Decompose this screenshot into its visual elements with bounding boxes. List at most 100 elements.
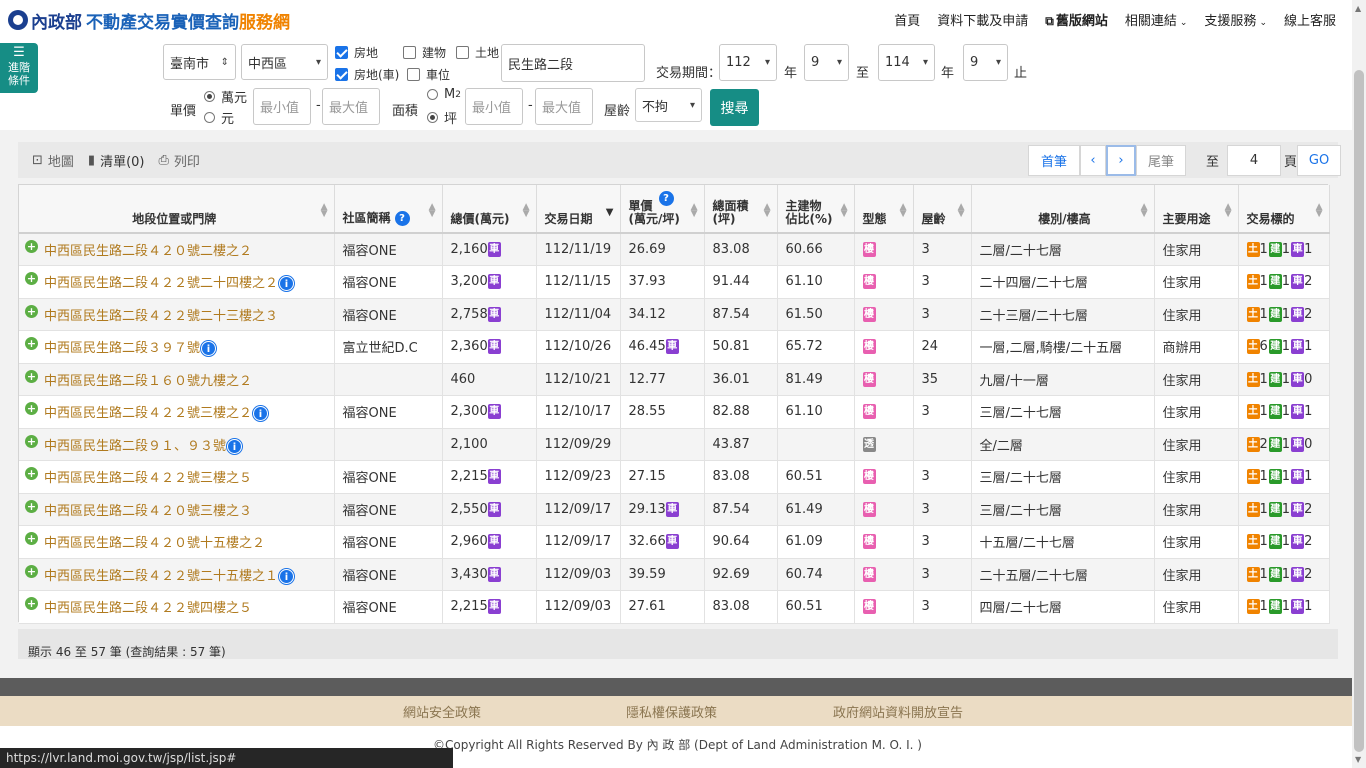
- district-select[interactable]: 中西區 ▾: [241, 44, 328, 80]
- radio[interactable]: [427, 89, 438, 100]
- to-year-select[interactable]: 114 ▾: [878, 44, 935, 81]
- col-type[interactable]: 型態 ▲ ▼: [854, 185, 914, 234]
- col-target[interactable]: 交易標的 ▲ ▼: [1238, 185, 1330, 234]
- to-month-select[interactable]: 9 ▾: [963, 44, 1008, 81]
- age-select[interactable]: 不拘 ▾: [635, 88, 702, 122]
- price-min-input[interactable]: 最小值: [253, 88, 311, 125]
- footer-link-security[interactable]: 網站安全政策: [403, 702, 481, 721]
- info-icon[interactable]: i: [227, 438, 243, 454]
- nav-online-service[interactable]: 線上客服: [1284, 10, 1336, 29]
- area-min-input[interactable]: 最小值: [465, 88, 523, 125]
- check-building[interactable]: 建物: [403, 44, 446, 61]
- col-area[interactable]: 總面積 (坪) ▲ ▼: [704, 185, 778, 234]
- address-link[interactable]: 中西區民生路二段４２０號二樓之２: [44, 244, 252, 259]
- prev-page-button[interactable]: ‹: [1080, 145, 1106, 176]
- expand-plus-icon[interactable]: +: [25, 240, 38, 253]
- checkbox[interactable]: [403, 46, 416, 59]
- check-house-land[interactable]: 房地: [335, 44, 378, 61]
- checkbox-checked[interactable]: [335, 46, 348, 59]
- address-link[interactable]: 中西區民生路二段４２２號二十五樓之１: [44, 569, 278, 584]
- nav-home[interactable]: 首頁: [894, 10, 920, 29]
- radio-wan[interactable]: 萬元: [204, 87, 247, 106]
- car-count: 1: [1304, 469, 1313, 485]
- expand-plus-icon[interactable]: +: [25, 597, 38, 611]
- expand-plus-icon[interactable]: +: [25, 532, 38, 546]
- scroll-down-icon[interactable]: ▼: [1355, 755, 1361, 764]
- col-total-price[interactable]: 總價(萬元) ▲ ▼: [442, 185, 537, 234]
- radio-ping[interactable]: 坪: [427, 108, 457, 127]
- address-link[interactable]: 中西區民生路二段４２２號二十三樓之３: [44, 309, 278, 324]
- nav-related-links[interactable]: 相關連結 ⌄: [1125, 10, 1188, 29]
- footer-link-privacy[interactable]: 隱私權保護政策: [626, 702, 717, 721]
- expand-plus-icon[interactable]: +: [25, 304, 38, 318]
- help-icon[interactable]: ?: [658, 191, 674, 206]
- footer-link-open-data[interactable]: 政府網站資料開放宣告: [833, 702, 963, 721]
- expand-plus-icon[interactable]: +: [25, 272, 38, 286]
- address-link[interactable]: 中西區民生路二段３９７號: [44, 341, 200, 356]
- col-address[interactable]: 地段位置或門牌 ▲ ▼: [19, 185, 335, 234]
- checkbox[interactable]: [407, 68, 420, 81]
- area-max-input[interactable]: 最大值: [535, 88, 593, 125]
- check-parking[interactable]: 車位: [403, 66, 450, 83]
- last-page-button[interactable]: 尾筆: [1136, 145, 1186, 176]
- expand-plus-icon[interactable]: +: [25, 467, 38, 481]
- address-link[interactable]: 中西區民生路二段９１、９３號: [44, 439, 226, 454]
- from-month-select[interactable]: 9 ▾: [804, 44, 849, 81]
- checkbox-checked[interactable]: [335, 68, 348, 81]
- nav-support[interactable]: 支援服務 ⌄: [1204, 10, 1267, 29]
- scroll-thumb[interactable]: [1354, 70, 1364, 752]
- col-unit-price[interactable]: 單價 (萬元/坪)? ▲ ▼: [620, 185, 705, 234]
- expand-plus-icon[interactable]: +: [25, 369, 38, 383]
- address-link[interactable]: 中西區民生路二段４２２號二十四樓之２: [44, 276, 278, 291]
- info-icon[interactable]: i: [201, 341, 217, 357]
- address-link[interactable]: 中西區民生路二段４２２號三樓之５: [44, 471, 252, 486]
- info-icon[interactable]: i: [279, 276, 295, 292]
- nav-old-site[interactable]: ⧉ 舊版網站: [1045, 10, 1108, 29]
- expand-plus-icon[interactable]: +: [25, 564, 38, 578]
- col-main-ratio[interactable]: 主建物 佔比(%) ▲ ▼: [777, 185, 855, 234]
- city-select[interactable]: 臺南市 ⇕: [163, 44, 236, 80]
- address-link[interactable]: 中西區民生路二段４２０號十五樓之２: [44, 536, 265, 551]
- price-max-input[interactable]: 最大值: [322, 88, 380, 125]
- from-year-select[interactable]: 112 ▾: [719, 44, 777, 81]
- address-link[interactable]: 中西區民生路二段１６０號九樓之２: [44, 374, 252, 389]
- radio-yuan[interactable]: 元: [204, 108, 234, 127]
- col-community[interactable]: 社區簡稱? ▲ ▼: [334, 185, 443, 234]
- expand-plus-icon[interactable]: +: [25, 337, 38, 351]
- radio[interactable]: [204, 112, 215, 123]
- scroll-up-icon[interactable]: ▲: [1355, 4, 1361, 13]
- info-icon[interactable]: i: [279, 568, 295, 584]
- total-value: 2,215: [450, 469, 488, 485]
- info-icon[interactable]: i: [253, 406, 269, 422]
- help-icon[interactable]: ?: [394, 211, 410, 226]
- list-button[interactable]: ▮ 清單(0): [88, 151, 145, 170]
- address-link[interactable]: 中西區民生路二段４２２號三樓之２: [44, 406, 252, 421]
- go-button[interactable]: GO: [1297, 145, 1342, 176]
- advanced-filter-button[interactable]: ☰ 進階 條件: [0, 43, 38, 93]
- page-scrollbar[interactable]: ▲ ▼: [1352, 0, 1366, 768]
- col-date[interactable]: 交易日期 ▼: [536, 185, 621, 234]
- road-input[interactable]: 民生路二段: [501, 44, 645, 82]
- check-land[interactable]: 土地: [456, 44, 499, 61]
- address-link[interactable]: 中西區民生路二段４２２號四樓之５: [44, 601, 252, 616]
- site-logo[interactable]: 內政部 不動產交易實價查詢 服務網: [8, 8, 290, 33]
- checkbox[interactable]: [456, 46, 469, 59]
- next-page-button[interactable]: ›: [1106, 145, 1136, 176]
- radio-selected[interactable]: [204, 91, 215, 102]
- first-page-button[interactable]: 首筆: [1028, 145, 1080, 176]
- search-button[interactable]: 搜尋: [710, 89, 759, 126]
- radio-selected[interactable]: [427, 112, 438, 123]
- expand-plus-icon[interactable]: +: [25, 434, 38, 448]
- address-link[interactable]: 中西區民生路二段４２０號三樓之３: [44, 504, 252, 519]
- col-age[interactable]: 屋齡 ▲ ▼: [913, 185, 972, 234]
- col-use[interactable]: 主要用途 ▲ ▼: [1154, 185, 1239, 234]
- check-house-land-car[interactable]: 房地(車): [335, 66, 399, 83]
- expand-plus-icon[interactable]: +: [25, 499, 38, 513]
- page-number-input[interactable]: 4: [1227, 145, 1282, 176]
- col-floor[interactable]: 樓別/樓高 ▲ ▼: [971, 185, 1155, 234]
- map-button[interactable]: ⊡ 地圖: [32, 151, 74, 170]
- radio-m2[interactable]: M2: [427, 87, 461, 102]
- expand-plus-icon[interactable]: +: [25, 402, 38, 416]
- nav-download[interactable]: 資料下載及申請: [937, 10, 1028, 29]
- print-button[interactable]: ⎙ 列印: [159, 151, 200, 170]
